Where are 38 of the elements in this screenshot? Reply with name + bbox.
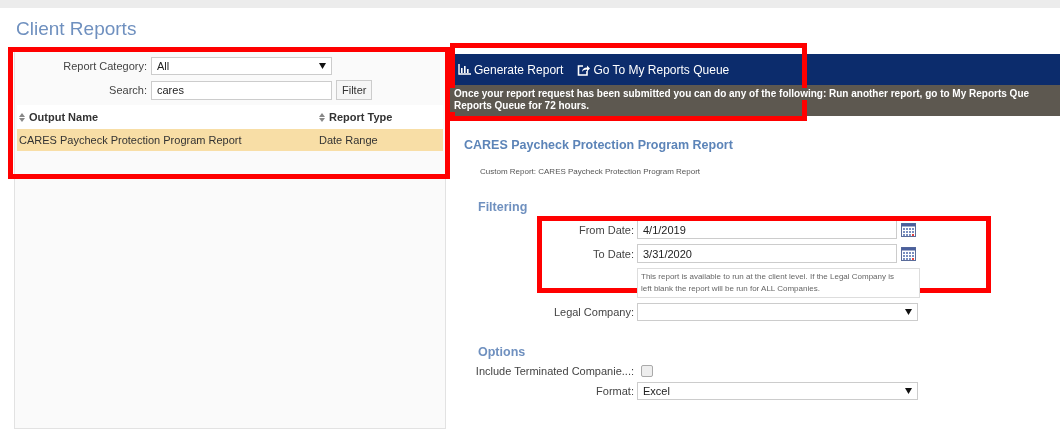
report-title: CARES Paycheck Protection Program Report — [464, 138, 734, 152]
section-heading: Options — [478, 345, 527, 359]
field-label: Include Terminated Companie...: — [474, 365, 634, 377]
filter-button[interactable]: Filter — [336, 80, 373, 100]
section-heading: Filtering — [478, 200, 529, 214]
field-label: Search: — [108, 84, 147, 96]
caret-icon — [905, 309, 912, 315]
caret-icon — [905, 388, 912, 394]
dropdown-field[interactable] — [637, 303, 918, 321]
calendar-icon[interactable] — [901, 222, 916, 237]
table-cell-text: Date Range — [319, 134, 379, 146]
field-label: Report Category: — [62, 60, 147, 72]
table-row[interactable]: CARES Paycheck Protection Program Report Date Range — [17, 129, 443, 151]
bar-chart-icon — [458, 64, 471, 75]
dropdown-field[interactable]: Excel — [637, 382, 918, 400]
checkbox[interactable] — [641, 365, 653, 377]
field-label: From Date: — [578, 223, 634, 236]
page-title: Client Reports — [15, 17, 138, 41]
sort-icon[interactable] — [19, 112, 25, 122]
category-dropdown[interactable]: All — [151, 57, 332, 75]
notice-text: Reports Queue for 72 hours. — [450, 100, 590, 112]
field-label: Legal Company: — [552, 306, 634, 318]
help-note: This report is available to run at the client level. If the Legal Company is left blank the report will be run for ALL Companies. — [637, 268, 920, 298]
table-cell-text: CARES Paycheck Protection Program Report — [19, 134, 243, 146]
sort-icon[interactable] — [319, 112, 325, 122]
column-header[interactable]: Report Type — [329, 111, 393, 123]
calendar-icon[interactable] — [901, 246, 916, 261]
column-header[interactable]: Output Name — [29, 111, 99, 123]
report-subtitle: Custom Report: CARES Paycheck Protection Program Report — [480, 167, 702, 176]
date-field[interactable]: 3/31/2020 — [637, 244, 897, 263]
field-label: To Date: — [592, 247, 634, 260]
search-field[interactable]: cares — [151, 80, 332, 100]
notice-text: Once your report request has been submitted you can do any of the following: Run another report, go to My Reports Que — [450, 88, 1030, 100]
toolbar-link[interactable]: Generate Report — [458, 62, 564, 77]
share-icon — [577, 63, 591, 76]
caret-icon — [319, 63, 326, 69]
toolbar-link[interactable]: Go To My Reports Queue — [577, 62, 730, 77]
field-label: Format: — [595, 385, 634, 397]
